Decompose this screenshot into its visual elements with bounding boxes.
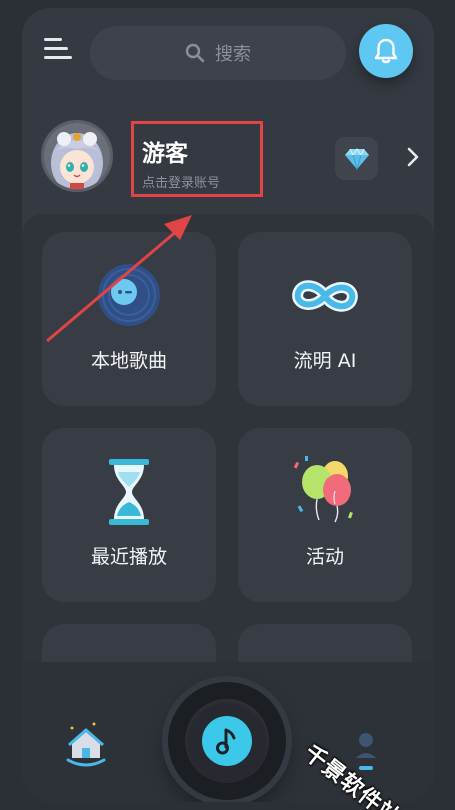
bell-icon — [374, 38, 398, 64]
balloons-icon — [293, 456, 353, 523]
hourglass-icon — [109, 459, 149, 525]
app-screen: 搜索 游客 点击登录账号 本地歌曲 流明 AI 最近播放 活动 — [22, 8, 434, 802]
vinyl-disc-icon — [98, 264, 160, 326]
feature-card-recent[interactable]: 最近播放 — [42, 428, 216, 602]
chevron-right-icon[interactable] — [402, 146, 424, 168]
feature-card-local-songs[interactable]: 本地歌曲 — [42, 232, 216, 406]
feature-panel: 本地歌曲 流明 AI 最近播放 活动 — [22, 214, 434, 798]
feature-card-ai[interactable]: 流明 AI — [238, 232, 412, 406]
avatar[interactable] — [41, 120, 113, 192]
home-icon — [66, 722, 106, 767]
player-button-inner — [185, 699, 269, 783]
feature-card-activity[interactable]: 活动 — [238, 428, 412, 602]
username: 游客 — [142, 141, 188, 167]
menu-icon[interactable] — [44, 38, 74, 64]
menu-line — [44, 47, 68, 50]
diamond-icon — [344, 147, 369, 170]
menu-line — [44, 38, 62, 41]
notification-button[interactable] — [359, 24, 413, 78]
player-button-core — [202, 716, 252, 766]
anime-avatar-icon — [44, 123, 110, 189]
infinity-icon — [292, 280, 358, 312]
music-note-icon — [216, 728, 236, 755]
feature-label: 活动 — [305, 546, 344, 568]
feature-label: 流明 AI — [293, 350, 357, 372]
search-bar[interactable]: 搜索 — [90, 26, 346, 80]
feature-label: 最近播放 — [90, 546, 167, 568]
search-placeholder: 搜索 — [215, 44, 251, 65]
login-hint: 点击登录账号 — [142, 176, 221, 191]
feature-label: 本地歌曲 — [90, 350, 167, 372]
menu-line — [44, 56, 72, 59]
login-area[interactable]: 游客 点击登录账号 — [131, 121, 263, 197]
vip-button[interactable] — [335, 137, 378, 180]
player-button[interactable] — [168, 682, 286, 800]
nav-home[interactable] — [64, 720, 108, 770]
search-icon — [185, 43, 205, 63]
